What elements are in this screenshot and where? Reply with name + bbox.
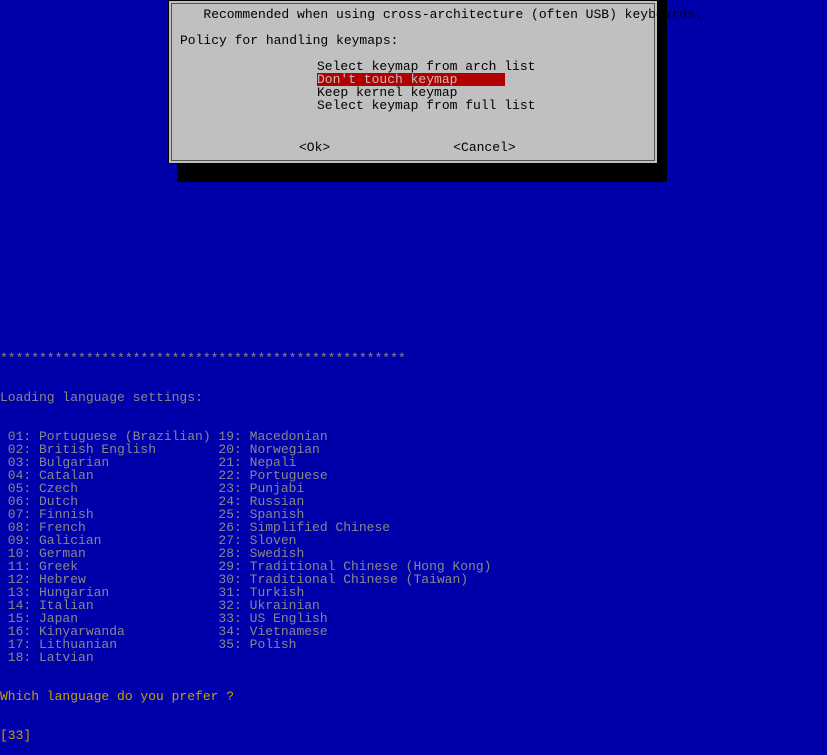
dialog-buttons: <Ok> <Cancel> <box>172 141 654 154</box>
language-row: 17: Lithuanian 35: Polish <box>0 638 491 651</box>
terminal-output: ****************************************… <box>0 326 491 755</box>
language-row: 15: Japan 33: US English <box>0 612 491 625</box>
option-full-list[interactable]: Select keymap from full list <box>317 99 505 112</box>
dialog-inner: Recommended when using cross-architectur… <box>171 3 655 161</box>
policy-label: Policy for handling keymaps: <box>180 34 646 47</box>
loading-label: Loading language settings: <box>0 391 491 404</box>
keymap-dialog: Recommended when using cross-architectur… <box>168 0 658 164</box>
dialog-description: Recommended when using cross-architectur… <box>180 8 646 21</box>
ok-button[interactable]: <Ok> <box>299 141 330 154</box>
language-row: 18: Latvian <box>0 651 491 664</box>
language-prompt: Which language do you prefer ? <box>0 690 491 703</box>
cancel-button[interactable]: <Cancel> <box>453 141 515 154</box>
language-row: 16: Kinyarwanda 34: Vietnamese <box>0 625 491 638</box>
divider-stars: ****************************************… <box>0 352 491 365</box>
language-input[interactable]: [33] <box>0 729 491 742</box>
keymap-options[interactable]: Select keymap from arch list Don't touch… <box>317 60 646 112</box>
